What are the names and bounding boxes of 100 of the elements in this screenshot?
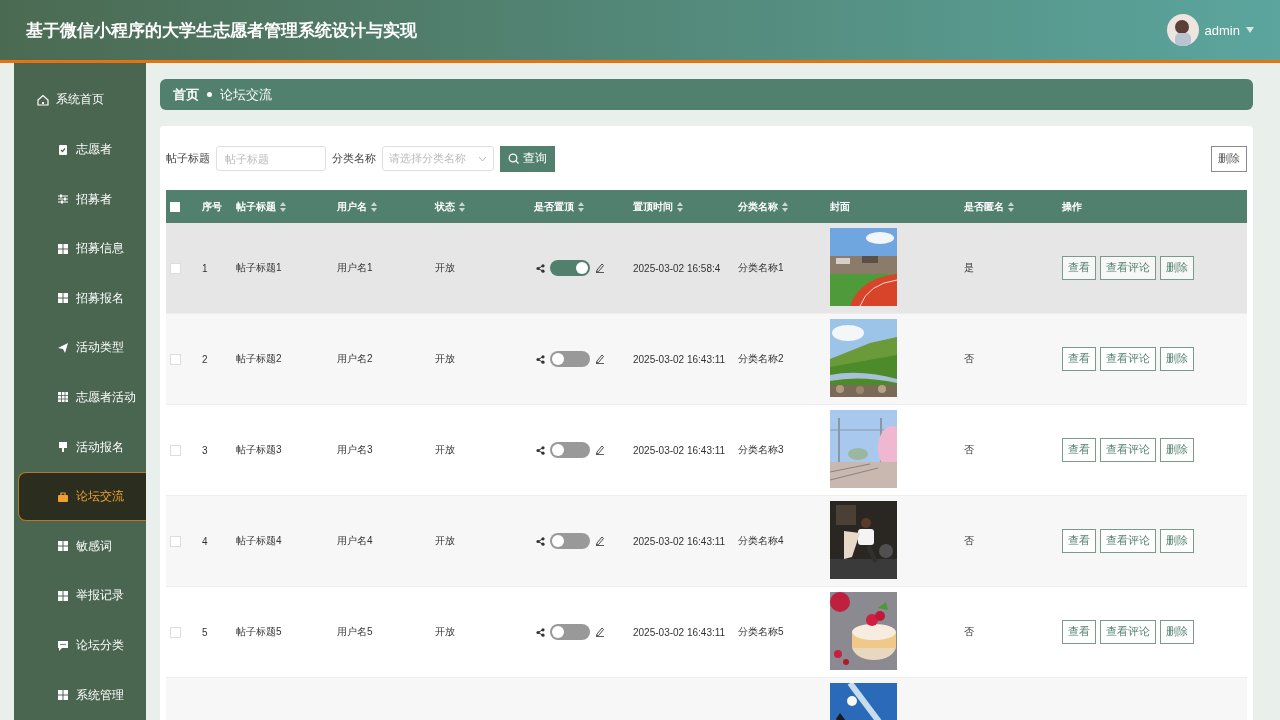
row-checkbox[interactable]	[170, 444, 181, 456]
column-header[interactable]: 用户名	[337, 199, 377, 214]
field-label: 分类名称	[332, 151, 376, 166]
delete-button[interactable]: 删除	[1160, 438, 1194, 462]
view-comments-button[interactable]: 查看评论	[1100, 438, 1156, 462]
share-icon[interactable]	[536, 445, 545, 455]
view-button[interactable]: 查看	[1062, 529, 1096, 553]
share-icon[interactable]	[536, 536, 545, 546]
table-cell: 1	[202, 262, 208, 274]
sort-icon	[280, 201, 286, 212]
column-header[interactable]: 置顶时间	[633, 199, 683, 214]
sidebar-item[interactable]: 志愿者活动	[18, 372, 146, 423]
user-name[interactable]: admin	[1204, 22, 1240, 38]
table-cell: 4	[202, 535, 208, 547]
view-comments-button[interactable]: 查看评论	[1100, 620, 1156, 644]
view-button[interactable]: 查看	[1062, 256, 1096, 280]
table-cell: 分类名称2	[738, 353, 784, 364]
column-header[interactable]: 是否置顶	[534, 199, 584, 214]
view-comments-button[interactable]: 查看评论	[1100, 347, 1156, 371]
sidebar-item[interactable]: 举报记录	[18, 571, 146, 621]
sort-icon	[371, 201, 377, 212]
toggle-switch[interactable]	[550, 624, 590, 640]
input-field[interactable]: 帖子标题	[216, 146, 326, 171]
sidebar-item[interactable]: 志愿者	[18, 124, 146, 175]
avatar-icon[interactable]	[1166, 14, 1199, 46]
sidebar-item[interactable]: 系统管理	[18, 670, 146, 720]
view-button[interactable]: 查看	[1062, 438, 1096, 462]
pencil-icon[interactable]	[595, 263, 605, 273]
table-cell: 否	[964, 353, 974, 364]
brush-icon	[57, 441, 69, 454]
pencil-icon[interactable]	[595, 354, 605, 364]
pencil-icon[interactable]	[595, 627, 605, 637]
pencil-icon[interactable]	[595, 536, 605, 546]
sidebar-item[interactable]: 论坛交流	[18, 471, 146, 522]
sidebar-item[interactable]: 敏感词	[18, 521, 146, 572]
table-cell: 开放	[435, 353, 455, 364]
column-header[interactable]: 帖子标题	[236, 199, 286, 214]
sliders-icon	[57, 193, 69, 205]
share-icon[interactable]	[536, 354, 545, 364]
search-button[interactable]: 查询	[500, 145, 555, 172]
sort-icon	[677, 201, 683, 212]
toggle-switch[interactable]	[550, 351, 590, 367]
sort-icon	[1008, 201, 1014, 212]
breadcrumb-link[interactable]: 首页	[173, 85, 199, 104]
sidebar-item[interactable]: 系统首页	[18, 75, 146, 125]
delete-button[interactable]: 删除	[1160, 620, 1194, 644]
view-comments-button[interactable]: 查看评论	[1100, 256, 1156, 280]
sidebar-item[interactable]: 招募信息	[18, 223, 146, 274]
table-cell: 开放	[435, 444, 455, 455]
share-icon[interactable]	[536, 263, 545, 273]
column-header: 操作	[1062, 199, 1082, 214]
view-button[interactable]: 查看	[1062, 347, 1096, 371]
table-cell: 帖子标题2	[236, 353, 282, 364]
column-header[interactable]: 状态	[435, 199, 465, 214]
pencil-icon[interactable]	[595, 445, 605, 455]
select-all-checkbox[interactable]	[170, 201, 180, 212]
briefcase-icon	[57, 490, 69, 503]
table-cell: 2025-03-02 16:43:11	[633, 535, 726, 547]
table-cell: 否	[964, 535, 974, 546]
table-cell: 3	[202, 444, 208, 456]
grid-icon	[57, 540, 69, 553]
table-cell: 是	[964, 262, 974, 273]
row-checkbox[interactable]	[170, 262, 181, 274]
sidebar-item[interactable]: 招募报名	[18, 273, 146, 324]
column-header[interactable]: 是否匿名	[964, 199, 1014, 214]
separator-dot	[207, 92, 212, 97]
clipboard-icon	[57, 143, 69, 156]
row-checkbox[interactable]	[170, 535, 181, 547]
grid-icon	[57, 292, 69, 305]
chevron-icon	[478, 155, 487, 162]
grid-icon	[57, 589, 69, 602]
view-button[interactable]: 查看	[1062, 620, 1096, 644]
table-cell: 帖子标题5	[236, 626, 282, 637]
toggle-switch[interactable]	[550, 260, 590, 276]
table-cell: 2025-03-02 16:43:11	[633, 353, 726, 365]
sidebar-item[interactable]: 招募者	[18, 174, 146, 224]
sidebar-item[interactable]: 论坛分类	[18, 620, 146, 671]
toggle-switch[interactable]	[550, 442, 590, 458]
sidebar-item[interactable]: 活动报名	[18, 422, 146, 472]
table-cell: 2025-03-02 16:43:11	[633, 444, 726, 456]
row-checkbox[interactable]	[170, 353, 181, 365]
table-cell: 2	[202, 353, 208, 365]
paper-plane-icon	[57, 341, 69, 354]
app-title: 基于微信小程序的大学生志愿者管理系统设计与实现	[26, 19, 417, 42]
table-cell: 2025-03-02 16:58:4	[633, 262, 721, 274]
table-cell: 否	[964, 444, 974, 455]
caret-icon[interactable]	[1246, 27, 1254, 33]
toggle-switch[interactable]	[550, 533, 590, 549]
view-comments-button[interactable]: 查看评论	[1100, 529, 1156, 553]
delete-button[interactable]: 删除	[1160, 529, 1194, 553]
column-header[interactable]: 分类名称	[738, 199, 788, 214]
delete-button[interactable]: 删除	[1160, 347, 1194, 371]
row-checkbox[interactable]	[170, 626, 181, 638]
delete-button[interactable]: 删除	[1211, 145, 1247, 172]
table-cell: 帖子标题3	[236, 444, 282, 455]
share-icon[interactable]	[536, 627, 545, 637]
sidebar-item[interactable]: 活动类型	[18, 323, 146, 373]
delete-button[interactable]: 删除	[1160, 256, 1194, 280]
chat-icon	[57, 639, 69, 652]
breadcrumb-link[interactable]: 论坛交流	[220, 85, 272, 104]
